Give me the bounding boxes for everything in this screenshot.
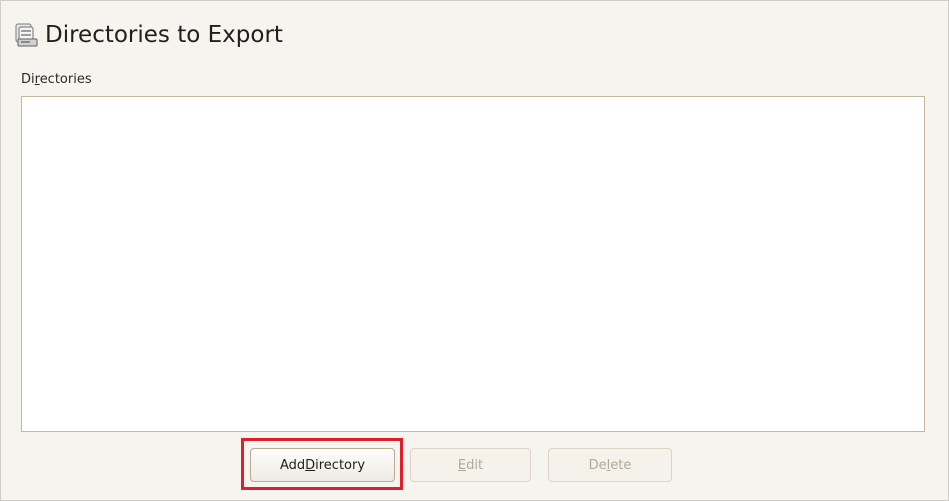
- directories-label: Directories: [21, 72, 92, 87]
- delete-button[interactable]: De l ete: [548, 448, 672, 482]
- dialog-window: Directories to Export Directories Add Di…: [0, 0, 949, 501]
- nfs-server-icon: [13, 22, 39, 48]
- edit-button[interactable]: Edit: [410, 448, 531, 482]
- directories-list[interactable]: [21, 96, 925, 432]
- dialog-header: Directories to Export: [13, 19, 283, 51]
- add-directory-button[interactable]: Add Directory: [250, 448, 395, 482]
- page-title: Directories to Export: [45, 22, 283, 48]
